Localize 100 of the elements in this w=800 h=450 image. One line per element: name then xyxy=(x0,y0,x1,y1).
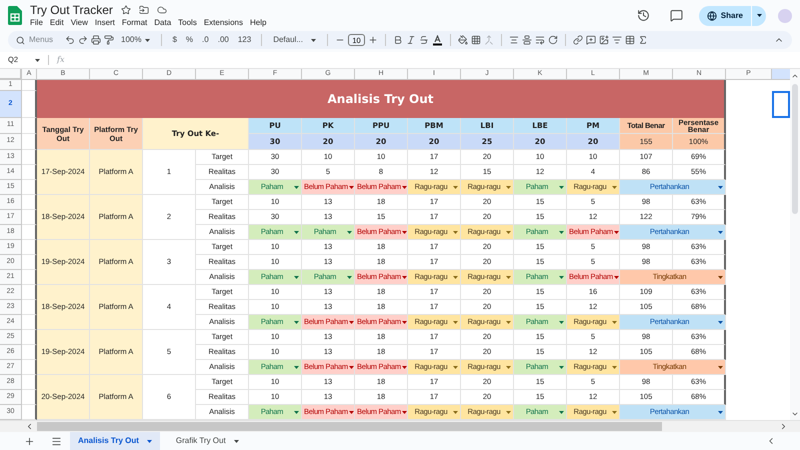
caret-icon xyxy=(146,440,152,442)
vertical-align-icon[interactable] xyxy=(522,35,532,45)
caret-icon xyxy=(506,230,511,234)
menu-item[interactable]: Edit xyxy=(50,16,64,28)
table-icon[interactable] xyxy=(625,35,635,45)
sheet-tab[interactable]: Grafik Try Out xyxy=(168,432,247,450)
caret-icon xyxy=(559,366,564,368)
filter-icon[interactable] xyxy=(612,35,622,45)
scrollbar-thumb[interactable] xyxy=(37,422,662,431)
caret-icon xyxy=(559,410,564,414)
menu-search-field[interactable]: Menus xyxy=(29,34,59,46)
document-title[interactable]: Try Out Tracker xyxy=(30,2,113,16)
print-icon[interactable] xyxy=(91,35,101,45)
percent-format-button[interactable]: % xyxy=(182,34,196,46)
selected-cell[interactable] xyxy=(772,91,790,118)
caret-icon xyxy=(612,186,617,188)
menu-item[interactable]: Data xyxy=(154,16,172,28)
caret-icon xyxy=(718,366,723,368)
caret-icon xyxy=(234,440,239,442)
functions-icon[interactable] xyxy=(638,35,648,45)
add-sheet-icon[interactable] xyxy=(24,436,35,446)
scroll-up-icon[interactable] xyxy=(791,72,799,80)
caret-icon xyxy=(145,38,150,42)
bold-icon[interactable] xyxy=(393,35,403,45)
caret-icon xyxy=(718,410,723,414)
currency-format-button[interactable]: $ xyxy=(169,34,180,46)
caret-icon xyxy=(402,276,407,278)
insert-image-icon[interactable] xyxy=(599,35,609,45)
cloud-icon[interactable] xyxy=(156,4,167,14)
caret-icon xyxy=(506,186,511,188)
spreadsheet-logo-icon[interactable] xyxy=(8,6,22,25)
caret-icon xyxy=(718,186,723,188)
caret-icon xyxy=(614,230,619,234)
menu-item[interactable]: Format xyxy=(122,16,148,28)
text-color-icon[interactable] xyxy=(432,34,443,46)
caret-icon xyxy=(612,410,617,414)
search-icon xyxy=(16,36,25,44)
caret-icon xyxy=(559,276,564,278)
scroll-left-icon[interactable] xyxy=(25,422,34,431)
caret-icon xyxy=(294,276,299,278)
menu-item[interactable]: File xyxy=(30,16,43,28)
caret-icon xyxy=(311,38,316,42)
paint-format-icon[interactable] xyxy=(104,35,114,45)
caret-icon xyxy=(718,230,723,234)
caret-icon xyxy=(506,276,511,278)
caret-icon xyxy=(402,320,407,324)
vertical-scrollbar[interactable] xyxy=(790,69,800,420)
folder-icon[interactable] xyxy=(138,4,149,14)
all-sheets-icon[interactable] xyxy=(51,436,62,446)
caret-icon xyxy=(559,186,564,188)
text-rotation-icon[interactable] xyxy=(548,35,558,45)
align-icon[interactable] xyxy=(509,35,519,45)
redo-icon[interactable] xyxy=(78,35,88,45)
number-format-button[interactable]: 123 xyxy=(234,34,254,46)
sheet-tab[interactable]: Analisis Try Out xyxy=(70,432,160,450)
font-dropdown[interactable]: Defaul... xyxy=(269,34,320,46)
globe-icon xyxy=(706,10,717,20)
add-comment-icon[interactable] xyxy=(586,35,596,45)
caret-icon xyxy=(718,320,723,324)
caret-icon xyxy=(612,366,617,368)
caret-icon xyxy=(402,366,407,368)
menu-item[interactable]: View xyxy=(70,16,88,28)
strikethrough-icon[interactable] xyxy=(419,35,429,45)
caret-icon xyxy=(294,320,299,324)
scroll-down-icon[interactable] xyxy=(791,410,799,418)
star-icon[interactable] xyxy=(120,4,131,14)
caret-icon xyxy=(559,320,564,324)
caret-icon xyxy=(453,366,458,368)
link-icon[interactable] xyxy=(573,35,583,45)
comment-icon[interactable] xyxy=(670,9,683,22)
caret-icon xyxy=(559,230,564,234)
text-wrap-icon[interactable] xyxy=(535,35,545,45)
borders-icon[interactable] xyxy=(471,35,481,45)
decrease-decimals-button[interactable]: .0 xyxy=(199,34,212,46)
undo-icon[interactable] xyxy=(65,35,75,45)
menu-item[interactable]: Help xyxy=(250,16,266,28)
share-options-button[interactable] xyxy=(752,6,766,26)
share-button[interactable]: Share xyxy=(698,6,751,26)
menu-item[interactable]: Insert xyxy=(94,16,115,28)
caret-icon xyxy=(348,366,354,368)
zoom-dropdown[interactable]: 100% xyxy=(117,34,154,46)
caret-icon xyxy=(614,276,619,278)
italic-icon[interactable] xyxy=(406,35,416,45)
plus-icon[interactable] xyxy=(368,35,378,45)
menu-item[interactable]: Tools xyxy=(178,16,197,28)
fill-color-icon[interactable] xyxy=(458,35,468,45)
caret-icon xyxy=(35,58,40,62)
scroll-right-icon[interactable] xyxy=(779,422,788,431)
caret-icon xyxy=(612,320,617,324)
caret-icon xyxy=(506,366,511,368)
caret-icon xyxy=(294,186,299,188)
caret-icon xyxy=(506,410,511,414)
caret-icon xyxy=(402,230,407,234)
increase-decimals-button[interactable]: .00 xyxy=(214,34,232,46)
caret-icon xyxy=(348,320,354,324)
caret-icon xyxy=(453,276,458,278)
caret-icon xyxy=(402,410,407,414)
title-banner: Analisis Try Out xyxy=(37,80,726,118)
menu-item[interactable]: Extensions xyxy=(204,16,243,28)
history-icon[interactable] xyxy=(636,9,650,22)
